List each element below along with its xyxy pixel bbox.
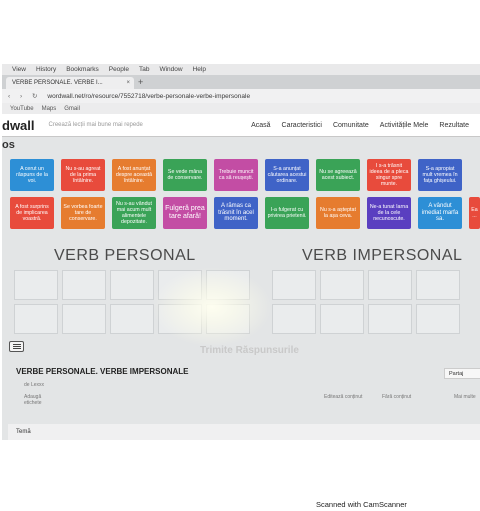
- nav-home[interactable]: Acasă: [251, 122, 270, 129]
- drop-slot[interactable]: [416, 270, 460, 300]
- heading-verb-personal: VERB PERSONAL: [54, 247, 196, 264]
- bookmark-maps[interactable]: Maps: [42, 106, 57, 112]
- drop-slot[interactable]: [368, 304, 412, 334]
- word-card[interactable]: Nu s-au vândut mai acum mult alimentele …: [112, 197, 156, 229]
- menu-tab[interactable]: Tab: [139, 66, 149, 73]
- word-card[interactable]: A vândut imediat marfa sa.: [418, 197, 462, 229]
- menu-history[interactable]: History: [36, 66, 56, 73]
- nav-my-activities[interactable]: Activitățile Mele: [380, 122, 429, 129]
- word-card[interactable]: I s-a trăsnit ideea de a pleca singur sp…: [367, 159, 411, 191]
- drop-slot[interactable]: [110, 304, 154, 334]
- word-card[interactable]: Nu s-a așteptat la așa ceva.: [316, 197, 360, 229]
- drop-slot[interactable]: [62, 270, 106, 300]
- browser-menubar: View History Bookmarks People Tab Window…: [2, 64, 480, 75]
- heading-verb-impersonal: VERB IMPERSONAL: [302, 247, 463, 264]
- word-card[interactable]: Se vorbea foarte tare de conservare.: [61, 197, 105, 229]
- menu-bookmarks[interactable]: Bookmarks: [66, 66, 99, 73]
- edit-content-link[interactable]: Editează conținut: [324, 394, 362, 400]
- drop-slot[interactable]: [158, 270, 202, 300]
- add-tags-link[interactable]: Adaugă etichete: [24, 394, 54, 406]
- word-card[interactable]: S-a apropiat mult vremea în fața ghișeul…: [418, 159, 462, 191]
- drop-slot[interactable]: [110, 270, 154, 300]
- nav-results[interactable]: Rezultate: [439, 122, 469, 129]
- word-card[interactable]: S-a anunțat căutarea acestui ordinare.: [265, 159, 309, 191]
- share-label: Partaj: [449, 370, 464, 377]
- bookmark-gmail[interactable]: Gmail: [64, 106, 80, 112]
- main-nav: Acasă Caracteristici Comunitate Activită…: [251, 122, 480, 129]
- theme-label: Temă: [16, 429, 31, 435]
- theme-section[interactable]: Temă: [8, 424, 480, 440]
- section-label: os: [2, 139, 15, 151]
- nav-features[interactable]: Caracteristici: [282, 122, 322, 129]
- word-card[interactable]: A rămas ca trăsnit în acel moment.: [214, 197, 258, 229]
- menu-view[interactable]: View: [12, 66, 26, 73]
- word-card[interactable]: I-a fulgerat cu privirea prietenii.: [265, 197, 309, 229]
- word-card[interactable]: A cerut un răspuns de la voi.: [10, 159, 54, 191]
- wordwall-logo[interactable]: dwall: [2, 118, 35, 133]
- drop-slot[interactable]: [158, 304, 202, 334]
- word-card[interactable]: Nu se agreează acest subiect.: [316, 159, 360, 191]
- nav-arrows-icon[interactable]: ‹ › ↻: [8, 92, 41, 100]
- drop-slot[interactable]: [62, 304, 106, 334]
- word-card[interactable]: Se vede mâna de conservare.: [163, 159, 207, 191]
- hamburger-menu-icon[interactable]: [9, 341, 24, 352]
- menu-help[interactable]: Help: [193, 66, 206, 73]
- drop-slot[interactable]: [272, 270, 316, 300]
- word-card[interactable]: Ea ...: [469, 197, 480, 229]
- drop-slot[interactable]: [320, 304, 364, 334]
- new-tab-icon[interactable]: +: [138, 77, 143, 87]
- share-button[interactable]: Partaj: [444, 368, 480, 379]
- drop-slot[interactable]: [368, 270, 412, 300]
- address-bar[interactable]: ‹ › ↻ wordwall.net/ro/resource/7552718/v…: [2, 89, 480, 103]
- menu-people[interactable]: People: [109, 66, 129, 73]
- browser-tab[interactable]: VERBE PERSONALE. VERBE I... ×: [6, 77, 134, 89]
- camscanner-watermark: Scanned with CamScanner: [316, 500, 407, 509]
- close-icon[interactable]: ×: [126, 80, 130, 86]
- word-card[interactable]: Nu s-au agreat de la prima întâlnire.: [61, 159, 105, 191]
- screen-photo: View History Bookmarks People Tab Window…: [2, 64, 480, 440]
- word-card[interactable]: Trebuie muncit ca să reușești.: [214, 159, 258, 191]
- nav-community[interactable]: Comunitate: [333, 122, 369, 129]
- tab-title: VERBE PERSONALE. VERBE I...: [12, 80, 103, 86]
- no-content-link[interactable]: Fără conținut: [382, 394, 411, 400]
- scan-margin-top: [0, 0, 480, 64]
- word-card[interactable]: A fost surprins de implicarea voastră.: [10, 197, 54, 229]
- activity-title: VERBE PERSONALE. VERBE IMPERSONALE: [16, 367, 189, 376]
- menu-window[interactable]: Window: [159, 66, 182, 73]
- more-link[interactable]: Mai multe: [454, 394, 476, 400]
- scan-margin-bottom: [0, 440, 480, 511]
- word-card[interactable]: Fulgeră prea tare afară!: [163, 197, 207, 229]
- drop-slot[interactable]: [14, 270, 58, 300]
- drop-slot[interactable]: [206, 304, 250, 334]
- app-header: dwall Creează lecții mai bune mai repede…: [2, 114, 480, 137]
- browser-tabbar: VERBE PERSONALE. VERBE I... × +: [2, 75, 480, 89]
- submit-answers-button[interactable]: Trimite Răspunsurile: [200, 345, 299, 356]
- bookmarks-bar: YouTube Maps Gmail: [2, 103, 480, 114]
- drop-slot[interactable]: [14, 304, 58, 334]
- drop-slot[interactable]: [416, 304, 460, 334]
- drop-slot[interactable]: [320, 270, 364, 300]
- url-text[interactable]: wordwall.net/ro/resource/7552718/verbe-p…: [47, 93, 250, 100]
- word-card[interactable]: Ne-a tunat Iarna de la cele necunoscute.: [367, 197, 411, 229]
- author-line[interactable]: de Lexxx: [24, 382, 44, 388]
- drop-slot[interactable]: [272, 304, 316, 334]
- drop-slot[interactable]: [206, 270, 250, 300]
- bookmark-youtube[interactable]: YouTube: [10, 106, 34, 112]
- word-card[interactable]: A fost anunțat despre această întâlnire.: [112, 159, 156, 191]
- tagline: Creează lecții mai bune mai repede: [48, 122, 143, 128]
